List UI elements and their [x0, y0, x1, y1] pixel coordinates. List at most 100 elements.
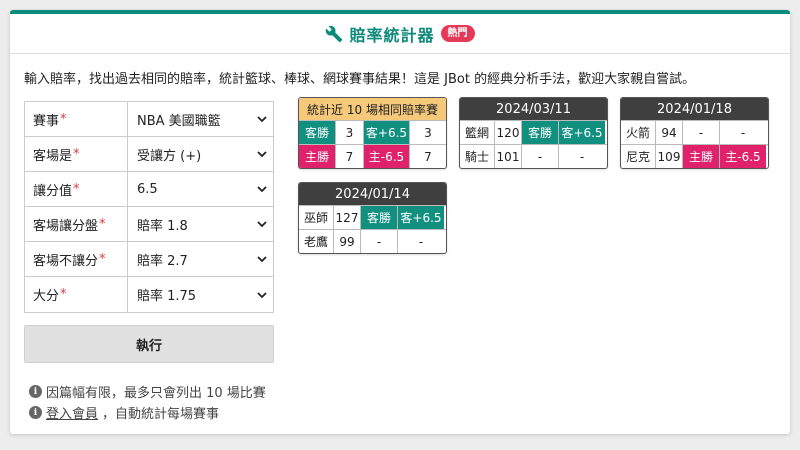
form-row-spread: 讓分值 * 6.5	[25, 172, 273, 207]
spread-result: 客+6.5	[398, 206, 444, 229]
game-row-home: 騎士 101 - -	[460, 144, 607, 168]
game-box: 2024/01/18 火箭 94 - - 尼克 109 主勝 主-6.5	[620, 97, 769, 169]
team-name: 籃網	[460, 121, 495, 144]
form-row-event: 賽事 * NBA 美國職籃	[25, 102, 273, 137]
away-side-label: 客場是	[33, 148, 73, 164]
away-moneyline-select[interactable]: 賠率 2.7	[128, 242, 273, 276]
chevron-down-icon	[257, 221, 267, 228]
game-row-away: 火箭 94 - -	[621, 120, 768, 144]
moneyline-result: -	[683, 121, 720, 144]
team-name: 火箭	[621, 121, 656, 144]
note-limit-text: 因篇幅有限，最多只會列出 10 場比賽	[46, 386, 266, 401]
game-row-home: 尼克 109 主勝 主-6.5	[621, 144, 768, 168]
away-win-label: 客勝	[299, 121, 336, 144]
away-moneyline-select-value: 賠率 2.7	[137, 253, 188, 269]
odds-form: 賽事 * NBA 美國職籃 客場是 * 受讓方 (+) 讓分值 * 6.5 客場讓分盤…	[24, 101, 274, 313]
wrench-icon	[326, 25, 343, 42]
summary-title: 統計近 10 場相同賠率賽	[299, 98, 446, 120]
over-select[interactable]: 賠率 1.75	[128, 277, 273, 312]
chevron-down-icon	[257, 151, 267, 158]
team-score: 109	[656, 145, 683, 168]
required-mark: *	[99, 251, 106, 267]
card-header: 賠率統計器 熱門	[10, 14, 790, 54]
spread-select-value: 6.5	[137, 181, 158, 197]
moneyline-result: -	[522, 145, 559, 168]
team-name: 騎士	[460, 145, 495, 168]
home-win-count: 7	[336, 145, 364, 168]
away-cover-label: 客+6.5	[364, 121, 410, 144]
game-row-away: 籃網 120 客勝 客+6.5	[460, 120, 607, 144]
game-date: 2024/03/11	[460, 98, 607, 120]
required-mark: *	[73, 146, 80, 162]
required-mark: *	[99, 216, 106, 232]
summary-row-home: 主勝 7 主-6.5 7	[299, 144, 446, 168]
summary-row-away: 客勝 3 客+6.5 3	[299, 120, 446, 144]
game-row-away: 巫師 127 客勝 客+6.5	[299, 205, 446, 229]
over-label: 大分	[33, 289, 60, 304]
team-score: 94	[656, 121, 683, 144]
team-score: 120	[495, 121, 522, 144]
team-score: 99	[334, 230, 361, 253]
note-limit: i 因篇幅有限，最多只會列出 10 場比賽	[29, 381, 266, 402]
page-title: 賠率統計器	[349, 25, 435, 45]
summary-box: 統計近 10 場相同賠率賽 客勝 3 客+6.5 3 主勝 7 主-6.5 7	[298, 97, 447, 169]
description-text: 輸入賠率，找出過去相同的賠率，統計籃球、棒球、網球賽事結果！這是 JBot 的經…	[24, 72, 696, 87]
chevron-down-icon	[257, 291, 267, 298]
home-cover-label: 主-6.5	[364, 145, 410, 168]
required-mark: *	[73, 181, 80, 197]
home-win-label: 主勝	[299, 145, 336, 168]
login-link[interactable]: 登入會員	[46, 403, 98, 422]
away-side-select[interactable]: 受讓方 (+)	[128, 137, 273, 171]
spread-result: -	[418, 234, 424, 249]
spread-result: 主-6.5	[720, 145, 766, 168]
spread-result: -	[740, 125, 746, 140]
moneyline-result: 客勝	[522, 121, 559, 144]
away-spread-odds-select-value: 賠率 1.8	[137, 218, 188, 234]
game-box: 2024/03/11 籃網 120 客勝 客+6.5 騎士 101 - -	[459, 97, 608, 169]
chevron-down-icon	[257, 256, 267, 263]
notes: i 因篇幅有限，最多只會列出 10 場比賽 i 登入會員 ，自動統計每場賽事	[29, 381, 266, 423]
spread-result: -	[579, 149, 585, 164]
away-spread-odds-label: 客場讓分盤	[33, 218, 99, 234]
event-label: 賽事	[33, 113, 60, 129]
run-button[interactable]: 執行	[24, 325, 274, 363]
form-row-over: 大分 * 賠率 1.75	[25, 277, 273, 312]
spread-result: 客+6.5	[559, 121, 605, 144]
spread-label: 讓分值	[33, 183, 73, 199]
away-cover-count: 3	[424, 125, 432, 140]
moneyline-result: 客勝	[361, 206, 398, 229]
team-score: 127	[334, 206, 361, 229]
spread-select[interactable]: 6.5	[128, 172, 273, 206]
note-login-text: ，自動統計每場賽事	[102, 407, 220, 422]
event-select[interactable]: NBA 美國職籃	[128, 102, 273, 136]
away-side-select-value: 受讓方 (+)	[137, 148, 202, 164]
game-row-home: 老鷹 99 - -	[299, 229, 446, 253]
required-mark: *	[60, 111, 67, 127]
required-mark: *	[60, 287, 67, 302]
form-row-away-spread-odds: 客場讓分盤 * 賠率 1.8	[25, 207, 273, 242]
team-name: 巫師	[299, 206, 334, 229]
away-moneyline-label: 客場不讓分	[33, 253, 99, 269]
away-win-count: 3	[336, 121, 364, 144]
team-name: 尼克	[621, 145, 656, 168]
note-login: i 登入會員 ，自動統計每場賽事	[29, 402, 266, 423]
form-row-away-moneyline: 客場不讓分 * 賠率 2.7	[25, 242, 273, 277]
chevron-down-icon	[257, 116, 267, 123]
game-date: 2024/01/14	[299, 183, 446, 205]
home-cover-count: 7	[424, 149, 432, 164]
moneyline-result: 主勝	[683, 145, 720, 168]
over-select-value: 賠率 1.75	[137, 289, 197, 304]
odds-calculator-card: 賠率統計器 熱門 輸入賠率，找出過去相同的賠率，統計籃球、棒球、網球賽事結果！這…	[10, 10, 790, 434]
info-icon: i	[29, 406, 42, 419]
game-box: 2024/01/14 巫師 127 客勝 客+6.5 老鷹 99 - -	[298, 182, 447, 254]
hot-badge: 熱門	[440, 25, 475, 42]
chevron-down-icon	[257, 186, 267, 193]
team-name: 老鷹	[299, 230, 334, 253]
game-date: 2024/01/18	[621, 98, 768, 120]
away-spread-odds-select[interactable]: 賠率 1.8	[128, 207, 273, 241]
form-row-away-side: 客場是 * 受讓方 (+)	[25, 137, 273, 172]
info-icon: i	[29, 385, 42, 398]
event-select-value: NBA 美國職籃	[137, 113, 221, 129]
team-score: 101	[495, 145, 522, 168]
moneyline-result: -	[361, 230, 398, 253]
